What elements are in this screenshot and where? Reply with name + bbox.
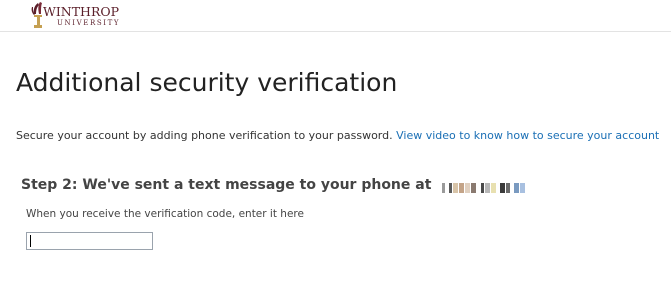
step-label: Step 2: We've sent a text message to you… xyxy=(21,177,432,193)
security-video-link[interactable]: View video to know how to secure your ac… xyxy=(396,129,659,142)
redacted-phone-number xyxy=(442,179,526,193)
step-heading: Step 2: We've sent a text message to you… xyxy=(21,175,526,195)
verification-code-input[interactable] xyxy=(26,232,153,250)
page-title: Additional security verification xyxy=(16,68,398,97)
intro-paragraph: Secure your account by adding phone veri… xyxy=(16,128,659,144)
logo-subtitle: UNIVERSITY xyxy=(57,19,121,27)
intro-text: Secure your account by adding phone veri… xyxy=(16,129,397,142)
winthrop-logo: WINTHROP UNIVERSITY xyxy=(29,1,129,31)
code-instruction: When you receive the verification code, … xyxy=(26,208,304,220)
text-cursor xyxy=(30,235,31,247)
logo-wordmark: WINTHROP xyxy=(43,4,120,19)
top-header: WINTHROP UNIVERSITY xyxy=(0,0,671,32)
